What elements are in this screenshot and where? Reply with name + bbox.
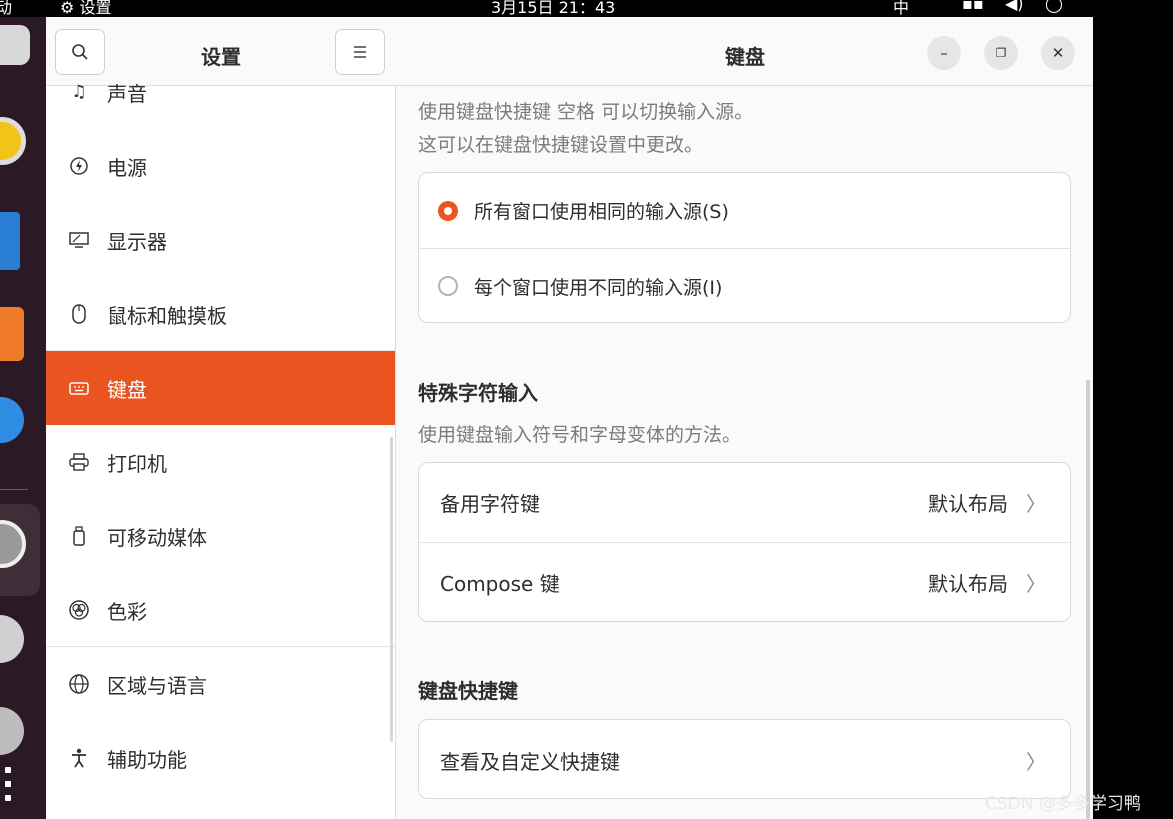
sidebar-item-keyboard[interactable]: 键盘 <box>46 351 395 425</box>
top-bar: 动 ⚙ 设置 3月15日 21：43 中 ▪▪ ◀) ◯ <box>0 0 1093 17</box>
sidebar-scrollbar[interactable] <box>390 437 393 742</box>
input-method-indicator[interactable]: 中 <box>893 0 909 18</box>
app-menu-label: 设置 <box>79 0 112 17</box>
sidebar-item-displays[interactable]: 显示器 <box>46 203 395 277</box>
sidebar-item-label: 色彩 <box>107 599 147 624</box>
sidebar-item-mouse[interactable]: 鼠标和触摸板 <box>46 277 395 351</box>
printer-icon <box>65 452 93 472</box>
alternate-chars-key-row[interactable]: 备用字符键 默认布局 〉 <box>419 463 1070 542</box>
radio-unselected[interactable] <box>438 276 458 296</box>
writer-app-icon[interactable] <box>0 212 20 270</box>
sidebar-item-label: 辅助功能 <box>107 747 187 772</box>
rhythmbox-app-icon[interactable] <box>0 117 26 165</box>
sidebar-item-label: 电源 <box>107 155 147 180</box>
power-icon <box>65 156 93 176</box>
minimize-icon: – <box>940 44 948 62</box>
globe-icon <box>65 673 93 695</box>
row-label: 查看及自定义快捷键 <box>440 749 620 774</box>
settings-window: 设置 ♫ 声音 电源 显示器 鼠标和触摸板 键盘 打印机 可移动媒体 色彩 区域… <box>46 17 1093 819</box>
software-store-app-icon[interactable] <box>0 307 24 361</box>
color-icon <box>65 599 93 621</box>
input-mode-per-window-option[interactable]: 每个窗口使用不同的输入源(I) <box>419 248 1070 322</box>
display-icon <box>65 230 93 250</box>
sidebar-item-label: 鼠标和触摸板 <box>107 303 227 328</box>
sidebar-item-label: 显示器 <box>107 229 167 254</box>
music-note-icon: ♫ <box>71 82 87 102</box>
mouse-icon <box>65 303 93 325</box>
main-panel: 键盘 – ❐ ✕ 使用键盘快捷键 空格 可以切换输入源。 这可以在键盘快捷键设置… <box>397 17 1093 819</box>
close-button[interactable]: ✕ <box>1041 36 1075 70</box>
input-switch-desc-2: 这可以在键盘快捷键设置中更改。 <box>418 134 704 156</box>
shortcuts-title: 键盘快捷键 <box>418 679 518 703</box>
chevron-right-icon: 〉 <box>1026 492 1046 516</box>
minimize-button[interactable]: – <box>927 36 961 70</box>
shortcuts-card: 查看及自定义快捷键 〉 <box>418 719 1071 799</box>
special-chars-desc: 使用键盘输入符号和字母变体的方法。 <box>418 424 742 446</box>
show-apps-icon[interactable] <box>5 767 15 809</box>
network-icon[interactable]: ▪▪ <box>962 0 984 13</box>
main-header: 键盘 – ❐ ✕ <box>397 17 1093 86</box>
removable-media-icon <box>65 525 93 547</box>
chevron-right-icon: 〉 <box>1026 571 1046 596</box>
sidebar-item-label: 区域与语言 <box>107 673 207 698</box>
input-mode-card: 所有窗口使用相同的输入源(S) 每个窗口使用不同的输入源(I) <box>418 172 1071 323</box>
sidebar: 设置 ♫ 声音 电源 显示器 鼠标和触摸板 键盘 打印机 可移动媒体 色彩 区域… <box>46 17 396 819</box>
desktop-background <box>1093 0 1173 819</box>
sidebar-item-sound[interactable]: ♫ 声音 <box>46 55 395 129</box>
maximize-icon: ❐ <box>995 46 1007 60</box>
input-switch-desc: 使用键盘快捷键 空格 可以切换输入源。 <box>418 101 754 123</box>
row-value: 默认布局 <box>928 571 1008 596</box>
files-app-icon[interactable] <box>0 25 30 65</box>
help-app-icon[interactable] <box>0 397 24 443</box>
sidebar-item-power[interactable]: 电源 <box>46 129 395 203</box>
disk-app-icon[interactable] <box>0 615 24 663</box>
sidebar-item-label: 声音 <box>107 81 147 106</box>
dock <box>0 17 46 819</box>
watermark: CSDN @多多学习鸭 <box>985 794 1141 814</box>
sidebar-item-label: 键盘 <box>107 377 147 402</box>
dock-separator <box>0 489 28 490</box>
special-chars-title: 特殊字符输入 <box>418 381 538 405</box>
row-value: 默认布局 <box>928 492 1008 516</box>
maximize-button[interactable]: ❐ <box>984 36 1018 70</box>
close-icon: ✕ <box>1051 44 1065 62</box>
power-menu-icon[interactable]: ◯ <box>1045 0 1063 13</box>
keyboard-icon <box>65 380 93 396</box>
sidebar-item-color[interactable]: 色彩 <box>46 573 395 647</box>
main-scrollbar[interactable] <box>1086 380 1090 819</box>
sidebar-item-label: 打印机 <box>107 451 167 476</box>
trash-app-icon[interactable] <box>0 707 24 755</box>
app-menu[interactable]: ⚙ 设置 <box>60 0 111 18</box>
view-customize-shortcuts-row[interactable]: 查看及自定义快捷键 〉 <box>419 720 1070 798</box>
input-mode-label: 所有窗口使用相同的输入源(S) <box>474 201 729 223</box>
sidebar-item-removable-media[interactable]: 可移动媒体 <box>46 499 395 573</box>
input-mode-label: 每个窗口使用不同的输入源(I) <box>474 276 723 299</box>
sidebar-item-printers[interactable]: 打印机 <box>46 425 395 499</box>
sidebar-item-accessibility[interactable]: 辅助功能 <box>46 721 395 795</box>
radio-selected[interactable] <box>438 200 458 221</box>
input-mode-same-option[interactable]: 所有窗口使用相同的输入源(S) <box>419 173 1070 248</box>
row-label: 备用字符键 <box>440 492 540 516</box>
chevron-right-icon: 〉 <box>1026 749 1046 774</box>
activities-button[interactable]: 动 <box>0 0 12 18</box>
volume-icon[interactable]: ◀) <box>1005 0 1024 13</box>
compose-key-row[interactable]: Compose 键 默认布局 〉 <box>419 542 1070 621</box>
accessibility-icon <box>65 747 93 769</box>
clock[interactable]: 3月15日 21：43 <box>491 0 615 18</box>
row-label: Compose 键 <box>440 571 560 596</box>
sidebar-item-region-language[interactable]: 区域与语言 <box>46 647 395 721</box>
special-chars-card: 备用字符键 默认布局 〉 Compose 键 默认布局 〉 <box>418 462 1071 622</box>
sidebar-item-label: 可移动媒体 <box>107 525 207 550</box>
gear-icon: ⚙ <box>60 0 75 17</box>
